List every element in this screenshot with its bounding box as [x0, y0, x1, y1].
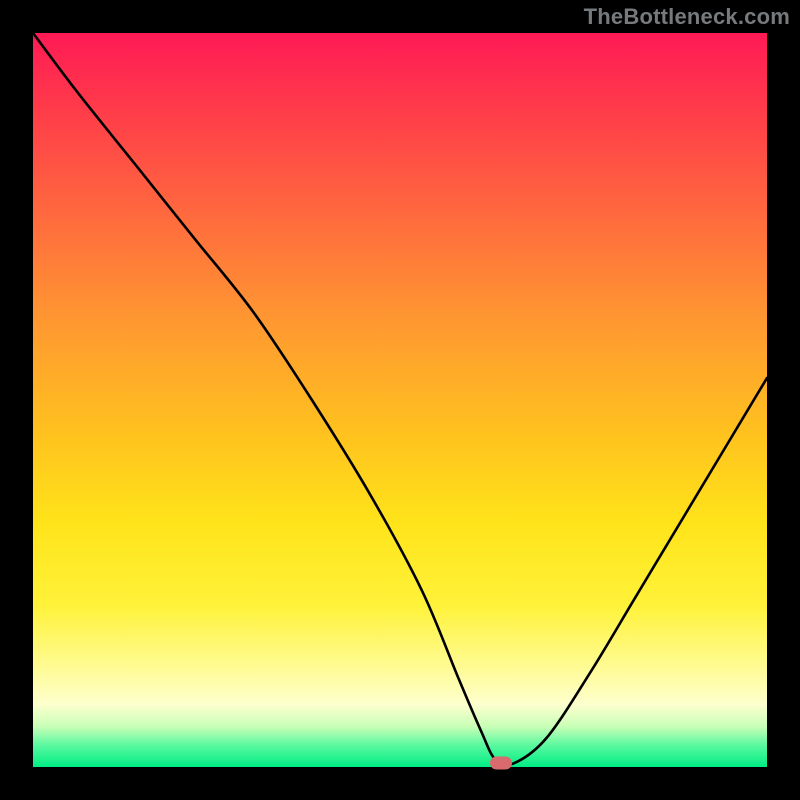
watermark-text: TheBottleneck.com: [584, 4, 790, 30]
bottleneck-curve: [33, 33, 767, 767]
optimum-marker: [490, 757, 512, 770]
plot-area: [33, 33, 767, 767]
chart-frame: TheBottleneck.com: [0, 0, 800, 800]
